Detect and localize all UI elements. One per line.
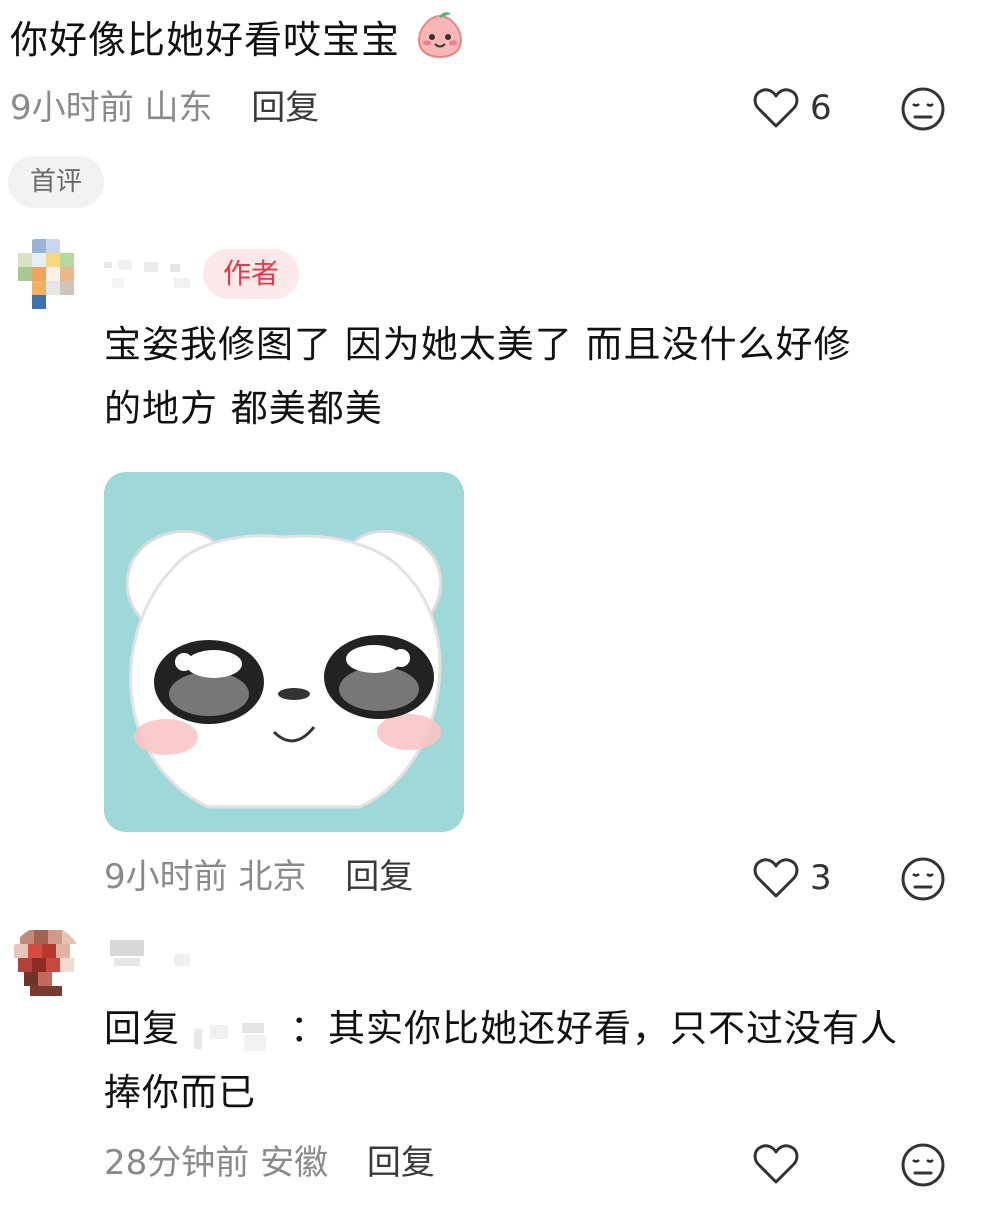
reply-text: 宝姿我修图了 因为她太美了 而且没什么好修 的地方 都美都美 bbox=[104, 313, 852, 441]
avatar-pixelated-image bbox=[10, 237, 82, 313]
meh-face-icon bbox=[901, 857, 945, 901]
heart-icon bbox=[753, 1144, 799, 1184]
comment-text-content: 你好像比她好看哎宝宝 bbox=[10, 18, 401, 62]
like-button[interactable] bbox=[752, 1142, 810, 1186]
comment-text: 你好像比她好看哎宝宝 bbox=[10, 10, 465, 75]
first-comment-badge: 首评 bbox=[8, 156, 104, 208]
reply-meta: 9小时前 北京 回复 bbox=[104, 855, 413, 899]
dislike-button[interactable] bbox=[900, 856, 946, 906]
author-badge: 作者 bbox=[203, 249, 299, 299]
comment-location: 山东 bbox=[144, 88, 213, 128]
reply-button[interactable]: 回复 bbox=[367, 1143, 435, 1183]
meh-face-icon bbox=[901, 87, 945, 131]
meh-face-icon bbox=[901, 1143, 945, 1187]
reply-time: 9小时前 bbox=[104, 857, 228, 897]
comment-meta: 9小时前 山东 回复 bbox=[10, 86, 319, 130]
avatar-pixelated-image bbox=[10, 926, 82, 1000]
like-count: 3 bbox=[810, 858, 832, 898]
reply-meta: 28分钟前 安徽 回复 bbox=[104, 1141, 435, 1185]
dislike-button[interactable] bbox=[900, 1142, 946, 1192]
reply-text-rest: ：其实你比她还好看，只不过没有人 bbox=[290, 1007, 898, 1050]
dislike-button[interactable] bbox=[900, 86, 946, 136]
puppy-face-icon bbox=[104, 472, 464, 832]
blurred-mention[interactable] bbox=[180, 1013, 290, 1051]
reply-time: 28分钟前 bbox=[104, 1143, 250, 1183]
peach-smile-emoji-icon bbox=[415, 10, 465, 75]
white-puppy-sticker[interactable] bbox=[104, 472, 464, 832]
heart-icon bbox=[753, 858, 799, 898]
reply-prefix: 回复 bbox=[104, 1007, 180, 1050]
blurred-username[interactable] bbox=[104, 936, 194, 970]
reply-text-line2: 的地方 都美都美 bbox=[104, 387, 383, 430]
like-count: 6 bbox=[810, 88, 832, 128]
comment-time: 9小时前 bbox=[10, 88, 134, 128]
reply-button[interactable]: 回复 bbox=[345, 857, 413, 897]
reply-location: 安徽 bbox=[260, 1143, 329, 1183]
reply-text-line2: 捧你而已 bbox=[104, 1071, 256, 1114]
blurred-username[interactable] bbox=[104, 258, 194, 292]
reply-location: 北京 bbox=[238, 857, 307, 897]
reply-button[interactable]: 回复 bbox=[251, 88, 319, 128]
heart-icon bbox=[753, 88, 799, 128]
like-button[interactable]: 3 bbox=[752, 856, 832, 900]
avatar[interactable] bbox=[10, 926, 82, 1000]
reply-text-line1: 宝姿我修图了 因为她太美了 而且没什么好修 bbox=[104, 323, 852, 366]
reply-text-line1: 回复 ：其实你比她还好看，只不过没有人 bbox=[104, 997, 898, 1061]
reply-text: 回复 ：其实你比她还好看，只不过没有人 捧你而已 bbox=[104, 997, 898, 1125]
avatar[interactable] bbox=[10, 237, 82, 313]
like-button[interactable]: 6 bbox=[752, 86, 832, 130]
